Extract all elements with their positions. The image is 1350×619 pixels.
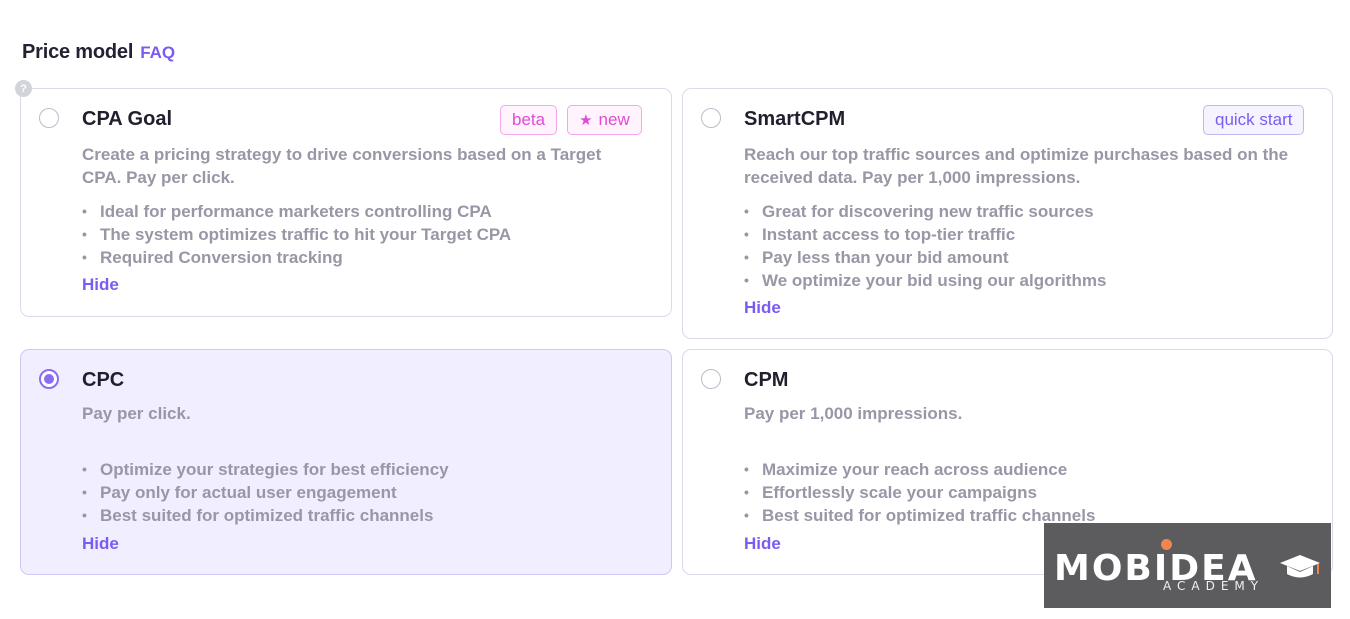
- smartcpm-radio[interactable]: [701, 108, 721, 128]
- feature-item: Instant access to top-tier traffic: [744, 223, 1106, 246]
- cpm-hide-link[interactable]: Hide: [744, 534, 781, 554]
- feature-item: We optimize your bid using our algorithm…: [744, 269, 1106, 292]
- page-title: Price model: [22, 41, 134, 63]
- cpm-description: Pay per 1,000 impressions.: [744, 404, 963, 423]
- feature-item: Best suited for optimized traffic channe…: [744, 504, 1095, 527]
- feature-item: Optimize your strategies for best effici…: [82, 458, 449, 481]
- quick-start-badge-label: quick start: [1215, 110, 1293, 129]
- cpa-goal-title: CPA Goal: [82, 108, 173, 130]
- cpa-goal-radio[interactable]: [39, 108, 59, 128]
- cpc-features: Optimize your strategies for best effici…: [82, 458, 449, 527]
- price-option-smartcpm[interactable]: SmartCPM quick start Reach our top traff…: [682, 88, 1333, 339]
- cpm-features: Maximize your reach across audience Effo…: [744, 458, 1095, 527]
- smartcpm-hide-link[interactable]: Hide: [744, 298, 781, 318]
- smartcpm-description: Reach our top traffic sources and optimi…: [744, 145, 1289, 187]
- mobidea-academy-logo: MOBIDEA ACADEMY: [1044, 523, 1331, 608]
- cpc-radio[interactable]: [39, 369, 59, 389]
- smartcpm-badges: quick start: [1203, 105, 1305, 135]
- faq-link[interactable]: FAQ: [140, 43, 175, 63]
- feature-item: Pay less than your bid amount: [744, 246, 1106, 269]
- feature-item: Pay only for actual user engagement: [82, 481, 449, 504]
- feature-item: Ideal for performance marketers controll…: [82, 200, 511, 223]
- new-badge-label: new: [598, 110, 630, 129]
- feature-item: Required Conversion tracking: [82, 246, 511, 269]
- cpc-hide-link[interactable]: Hide: [82, 534, 119, 554]
- feature-item: Maximize your reach across audience: [744, 458, 1095, 481]
- cpm-radio[interactable]: [701, 369, 721, 389]
- beta-badge-label: beta: [512, 110, 546, 129]
- feature-item: The system optimizes traffic to hit your…: [82, 223, 511, 246]
- graduation-cap-icon: [1280, 555, 1320, 578]
- cpa-goal-features: Ideal for performance marketers controll…: [82, 200, 511, 269]
- cpa-goal-description: Create a pricing strategy to drive conve…: [82, 145, 602, 187]
- cpa-goal-badges: beta ★ new: [500, 105, 642, 135]
- smartcpm-title: SmartCPM: [744, 108, 846, 130]
- price-option-cpa-goal[interactable]: CPA Goal beta ★ new Create a pricing str…: [20, 88, 672, 317]
- logo-subtitle: ACADEMY: [1163, 579, 1265, 593]
- price-model-header: Price model FAQ: [22, 41, 175, 64]
- quick-start-badge: quick start: [1203, 105, 1305, 135]
- beta-badge: beta: [500, 105, 558, 135]
- cpa-goal-hide-link[interactable]: Hide: [82, 275, 119, 295]
- new-badge: ★ new: [567, 105, 642, 135]
- price-option-cpc[interactable]: CPC Pay per click. Optimize your strateg…: [20, 349, 672, 575]
- cpc-description: Pay per click.: [82, 404, 191, 423]
- star-icon: ★: [579, 112, 593, 129]
- cpc-title: CPC: [82, 369, 125, 391]
- cpm-title: CPM: [744, 369, 789, 391]
- help-icon[interactable]: ?: [15, 80, 32, 97]
- feature-item: Great for discovering new traffic source…: [744, 200, 1106, 223]
- feature-item: Best suited for optimized traffic channe…: [82, 504, 449, 527]
- smartcpm-features: Great for discovering new traffic source…: [744, 200, 1106, 292]
- feature-item: Effortlessly scale your campaigns: [744, 481, 1095, 504]
